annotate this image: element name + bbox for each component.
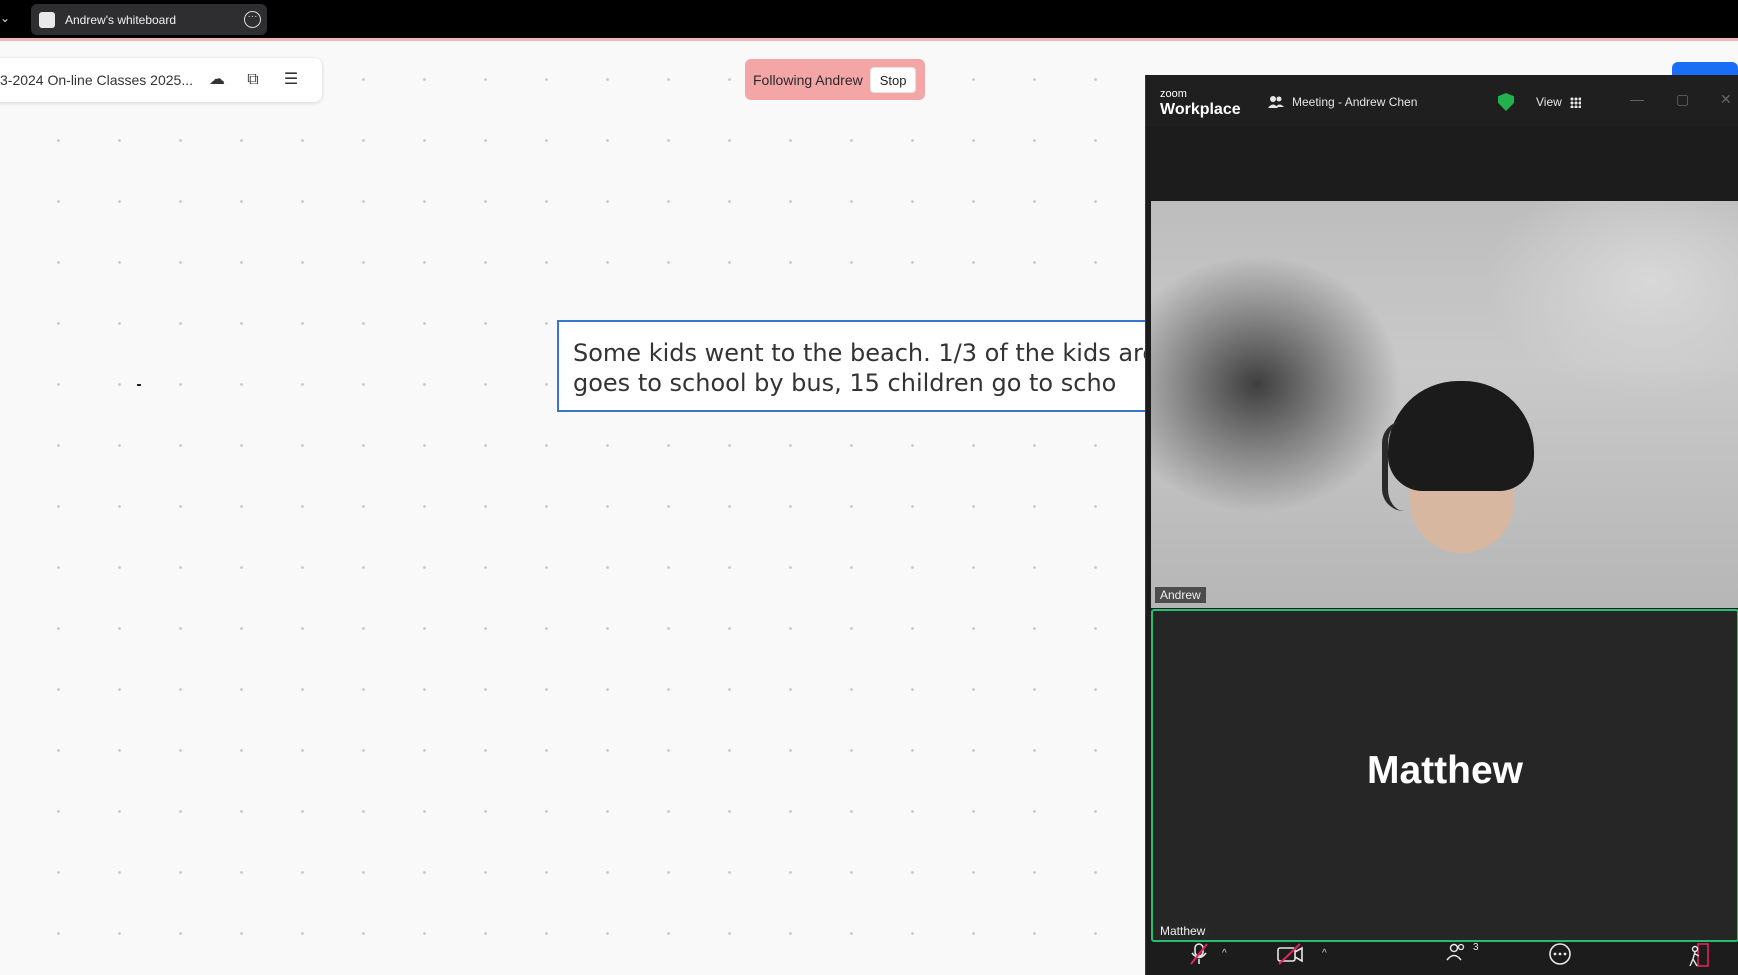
- more-icon[interactable]: [1548, 942, 1572, 966]
- leave-icon[interactable]: [1686, 942, 1712, 968]
- chevron-down-icon[interactable]: ⌄: [0, 11, 10, 25]
- zoom-logo-small: zoom: [1160, 88, 1187, 100]
- minimize-icon[interactable]: —: [1630, 91, 1644, 107]
- maximize-icon[interactable]: ▢: [1676, 91, 1689, 108]
- ink-mark: [137, 384, 141, 386]
- whiteboard-text-box[interactable]: Some kids went to the beach. 1/3 of the …: [557, 320, 1157, 412]
- view-label: View: [1536, 95, 1562, 109]
- video-tile-andrew[interactable]: Andrew: [1151, 201, 1738, 608]
- menu-icon[interactable]: ☰: [280, 70, 302, 90]
- people-icon: [1268, 96, 1284, 108]
- shield-icon[interactable]: [1498, 93, 1514, 111]
- view-button[interactable]: View: [1536, 95, 1581, 109]
- video-tile-matthew[interactable]: Matthew Matthew: [1151, 609, 1738, 942]
- close-icon[interactable]: ✕: [1720, 91, 1732, 108]
- toolbar-button-partial[interactable]: [1672, 62, 1738, 76]
- participant-name-tag: Andrew: [1155, 587, 1206, 603]
- cloud-save-icon[interactable]: ☁: [206, 70, 228, 90]
- stop-following-button[interactable]: Stop: [869, 66, 917, 93]
- participant-display-name: Matthew: [1367, 749, 1523, 792]
- chevron-up-icon[interactable]: ^: [1322, 948, 1327, 959]
- video-off-icon[interactable]: [1276, 942, 1304, 966]
- tab-label: Andrew's whiteboard: [65, 12, 177, 27]
- meeting-title: Meeting - Andrew Chen: [1292, 95, 1418, 109]
- headset-icon: [1382, 421, 1404, 511]
- mic-muted-icon[interactable]: [1188, 942, 1210, 966]
- participant-video: [1376, 381, 1546, 608]
- document-title[interactable]: 3-2024 On-line Classes 2025...: [0, 72, 200, 88]
- zoom-logo: Workplace: [1160, 101, 1241, 118]
- whiteboard-icon: [39, 11, 55, 28]
- participants-icon[interactable]: [1446, 942, 1468, 962]
- participant-count: 3: [1473, 942, 1479, 953]
- document-bar: 3-2024 On-line Classes 2025... ☁ ⧉ ☰: [0, 58, 322, 102]
- meeting-info[interactable]: Meeting - Andrew Chen: [1268, 95, 1417, 109]
- share-screen-icon[interactable]: ⧉: [242, 70, 264, 90]
- meeting-controls: ^ ^ 3: [1146, 932, 1738, 975]
- text-line: Some kids went to the beach. 1/3 of the …: [573, 339, 1157, 367]
- following-label: Following Andrew: [753, 71, 863, 88]
- chevron-up-icon[interactable]: ^: [1222, 948, 1227, 959]
- following-banner: Following Andrew Stop: [745, 59, 925, 100]
- more-options-icon[interactable]: ···: [244, 11, 261, 28]
- grid-icon: [1569, 96, 1581, 108]
- text-line: goes to school by bus, 15 children go to…: [573, 369, 1117, 397]
- zoom-titlebar: zoom Workplace Meeting - Andrew Chen Vie…: [1146, 75, 1738, 127]
- zoom-window: zoom Workplace Meeting - Andrew Chen Vie…: [1145, 75, 1738, 975]
- whiteboard-tab[interactable]: Andrew's whiteboard ···: [31, 4, 267, 35]
- whiteboard-canvas[interactable]: [0, 41, 1145, 975]
- top-bar: ⌄ Andrew's whiteboard ···: [0, 0, 1738, 38]
